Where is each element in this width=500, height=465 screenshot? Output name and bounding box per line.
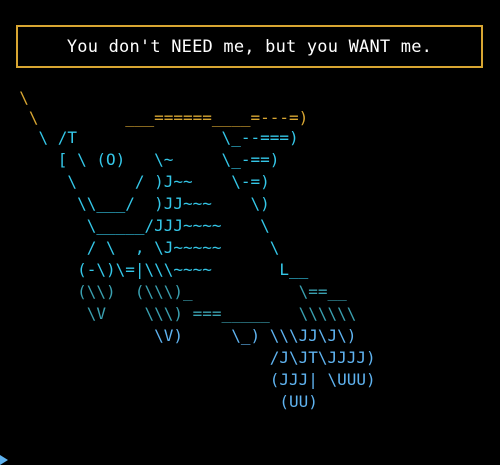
art-line-7: \_____/JJJ~~~~ \ [0, 216, 270, 235]
ascii-art-dragon: \ \ ___======____=---=) \ /T \_--===) [ … [0, 0, 500, 465]
art-line-5: \ / )J~~ \-=) [0, 172, 270, 191]
art-line-3: \ /T \_--===) [0, 128, 299, 147]
art-line-1: \ [0, 88, 29, 107]
art-line-4: [ \ (O) \~ \_-==) [0, 150, 280, 169]
terminal-window: You don't NEED me, but you WANT me. \ \ … [0, 0, 500, 465]
art-line-11: \V \\\) ===_____ \\\\\\ [0, 304, 357, 323]
prompt-arrow-icon [0, 455, 8, 465]
art-line-12: \V) \_) \\\JJ\J\) [0, 326, 357, 345]
art-line-13: /J\JT\JJJJ) [0, 348, 376, 367]
art-line-10: (\\) (\\\)_ \==__ [0, 282, 347, 301]
art-line-2: \ ___======____=---=) [0, 108, 309, 127]
art-line-9: (-\)\=|\\\~~~~ L__ [0, 260, 309, 279]
art-line-14: (JJJ| \UUU) [0, 370, 376, 389]
art-line-8: / \ , \J~~~~~ \ [0, 238, 280, 257]
art-line-15: (UU) [0, 392, 318, 411]
art-line-6: \\___/ )JJ~~~ \) [0, 194, 270, 213]
